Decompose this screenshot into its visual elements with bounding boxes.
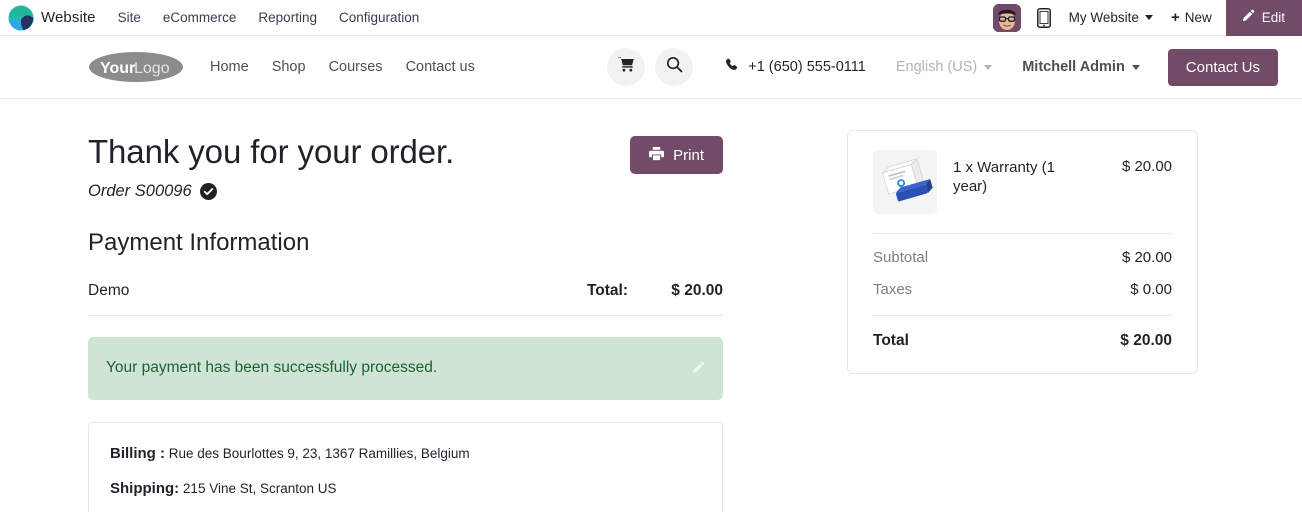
payment-success-message: Your payment has been successfully proce… xyxy=(106,359,438,377)
site-logo[interactable]: Your Logo xyxy=(88,50,184,84)
odoo-website-icon[interactable] xyxy=(8,5,34,31)
summary-row-total: Total $ 20.00 xyxy=(873,316,1172,350)
summary-row-subtotal: Subtotal $ 20.00 xyxy=(873,234,1172,266)
shipping-address-label: Shipping: xyxy=(110,479,180,497)
taxes-label: Taxes xyxy=(873,281,913,298)
chevron-down-icon xyxy=(984,64,993,70)
user-menu-label: Mitchell Admin xyxy=(1022,59,1125,75)
cart-button[interactable] xyxy=(607,48,646,86)
nav-item-shop[interactable]: Shop xyxy=(272,59,306,75)
payment-method-label: Demo xyxy=(88,281,130,299)
search-icon xyxy=(666,56,683,78)
order-summary-card: 1 x Warranty (1 year) $ 20.00 Subtotal $… xyxy=(847,130,1198,374)
edit-button[interactable]: Edit xyxy=(1225,0,1302,36)
menu-item-site[interactable]: Site xyxy=(118,10,141,25)
pencil-icon[interactable] xyxy=(691,361,705,375)
order-summary-column: 1 x Warranty (1 year) $ 20.00 Subtotal $… xyxy=(847,99,1198,512)
title-block: Thank you for your order. Order S00096 xyxy=(88,132,454,201)
shipping-address-value: 215 Vine St, Scranton US xyxy=(182,480,337,496)
taxes-value: $ 0.00 xyxy=(1130,281,1172,298)
website-selector-label: My Website xyxy=(1068,10,1139,25)
shipping-address-row: Shipping: 215 Vine St, Scranton US xyxy=(110,480,701,497)
title-row: Thank you for your order. Order S00096 P… xyxy=(88,132,723,201)
payment-total-label: Total: xyxy=(586,281,628,299)
language-selector[interactable]: English (US) xyxy=(895,59,993,75)
payment-total-value: $ 20.00 xyxy=(671,281,723,299)
payment-summary-row: Demo Total: $ 20.00 xyxy=(88,282,723,316)
svg-text:Your: Your xyxy=(100,60,135,77)
print-button-label: Print xyxy=(673,146,704,164)
page-title: Thank you for your order. xyxy=(88,133,455,170)
user-menu[interactable]: Mitchell Admin xyxy=(1022,59,1140,75)
order-line-item-price: $ 20.00 xyxy=(1121,158,1172,175)
site-nav: Home Shop Courses Contact us xyxy=(210,59,475,75)
payment-information-heading: Payment Information xyxy=(88,228,310,256)
order-reference: Order S00096 xyxy=(88,182,454,201)
print-button[interactable]: Print xyxy=(630,136,723,174)
phone-number-label: +1 (650) 555-0111 xyxy=(748,59,866,75)
shopping-cart-icon xyxy=(617,56,635,78)
search-button[interactable] xyxy=(655,48,694,86)
phone-icon xyxy=(725,58,739,76)
billing-address-label: Billing : xyxy=(110,444,165,462)
nav-item-contactus[interactable]: Contact us xyxy=(406,59,475,75)
mobile-phone-icon[interactable] xyxy=(1036,7,1051,28)
chevron-down-icon xyxy=(1144,15,1153,20)
edit-button-label: Edit xyxy=(1261,10,1285,25)
website-selector[interactable]: My Website xyxy=(1069,10,1153,25)
new-button-label: New xyxy=(1184,10,1212,25)
check-circle-icon xyxy=(199,182,217,200)
nav-item-courses[interactable]: Courses xyxy=(329,59,383,75)
billing-address-row: Billing : Rue des Bourlottes 9, 23, 1367… xyxy=(110,445,701,462)
menu-item-reporting[interactable]: Reporting xyxy=(258,10,317,25)
total-label: Total xyxy=(873,332,909,349)
backend-menu: Site eCommerce Reporting Configuration xyxy=(118,10,420,25)
site-header: Your Logo Home Shop Courses Contact us +… xyxy=(0,36,1302,99)
printer-icon xyxy=(649,146,665,164)
subtotal-value: $ 20.00 xyxy=(1121,249,1172,266)
address-card: Billing : Rue des Bourlottes 9, 23, 1367… xyxy=(88,421,723,512)
contact-us-button[interactable]: Contact Us xyxy=(1167,48,1278,86)
payment-success-alert: Your payment has been successfully proce… xyxy=(88,336,723,400)
billing-address-value: Rue des Bourlottes 9, 23, 1367 Ramillies… xyxy=(168,445,470,461)
new-button[interactable]: + New xyxy=(1171,10,1212,25)
app-name[interactable]: Website xyxy=(41,9,96,26)
backend-bar-right: My Website + New Edit xyxy=(992,0,1302,36)
product-box-thumbnail xyxy=(873,150,937,214)
backend-top-bar: Website Site eCommerce Reporting Configu… xyxy=(0,0,1302,36)
avatar[interactable] xyxy=(992,3,1021,32)
page-body: Thank you for your order. Order S00096 P… xyxy=(0,99,1302,512)
menu-item-ecommerce[interactable]: eCommerce xyxy=(163,10,237,25)
order-line-item-name: 1 x Warranty (1 year) xyxy=(953,159,1055,196)
order-confirmation-column: Thank you for your order. Order S00096 P… xyxy=(0,99,723,512)
site-header-right: +1 (650) 555-0111 English (US) Mitchell … xyxy=(597,48,1278,86)
menu-item-configuration[interactable]: Configuration xyxy=(339,10,419,25)
nav-item-home[interactable]: Home xyxy=(210,59,249,75)
language-selector-label: English (US) xyxy=(895,59,978,75)
svg-text:Logo: Logo xyxy=(134,60,170,77)
order-line-item: 1 x Warranty (1 year) $ 20.00 xyxy=(873,150,1172,234)
plus-icon: + xyxy=(1170,9,1180,26)
pencil-icon xyxy=(1241,9,1255,26)
order-reference-label: Order S00096 xyxy=(88,181,192,200)
total-value: $ 20.00 xyxy=(1120,332,1172,349)
phone-number[interactable]: +1 (650) 555-0111 xyxy=(725,58,866,76)
chevron-down-icon xyxy=(1131,64,1140,70)
summary-row-taxes: Taxes $ 0.00 xyxy=(873,266,1172,298)
subtotal-label: Subtotal xyxy=(873,249,929,266)
